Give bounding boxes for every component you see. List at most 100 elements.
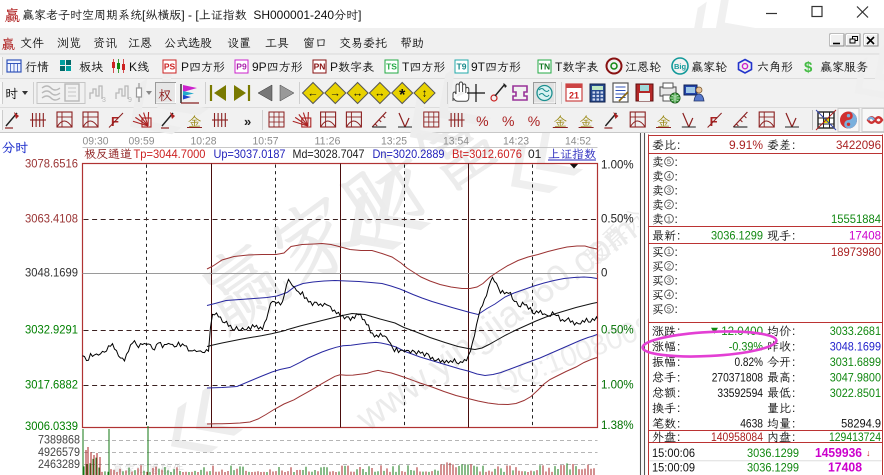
svg-text:2463289: 2463289 — [38, 459, 80, 471]
svg-text:3006.0339: 3006.0339 — [25, 419, 78, 433]
svg-text:10:28: 10:28 — [191, 136, 217, 148]
svg-text:3032.9291: 3032.9291 — [25, 323, 78, 337]
svg-text::: : — [677, 401, 680, 415]
svg-text:3047.9800: 3047.9800 — [830, 370, 882, 384]
svg-text:17408: 17408 — [849, 229, 881, 243]
svg-text:*: * — [399, 87, 406, 104]
svg-text::: : — [675, 274, 678, 288]
svg-text:2: 2 — [667, 261, 671, 270]
svg-text:09:30: 09:30 — [83, 136, 109, 148]
svg-text:P: P — [330, 60, 338, 74]
svg-text::: : — [792, 370, 795, 384]
svg-text:PS: PS — [164, 62, 176, 72]
svg-text::: : — [792, 355, 795, 369]
svg-text::: : — [677, 340, 680, 354]
svg-text:T: T — [402, 60, 410, 74]
svg-text:3036.1299: 3036.1299 — [747, 446, 799, 460]
svg-text:1459936: 1459936 — [815, 446, 862, 460]
svg-text::: : — [792, 229, 795, 243]
svg-text:»: » — [244, 114, 251, 129]
svg-text:3: 3 — [667, 276, 671, 285]
svg-text:9P: 9P — [252, 60, 267, 74]
svg-text:↓: ↓ — [866, 448, 871, 458]
svg-text:09:59: 09:59 — [129, 136, 155, 148]
svg-text::: : — [675, 155, 678, 169]
svg-text:T9: T9 — [457, 62, 467, 72]
svg-text::: : — [677, 229, 680, 243]
svg-text:1.00%: 1.00% — [601, 380, 634, 392]
svg-text:P9: P9 — [236, 62, 247, 72]
svg-text:%: % — [502, 113, 514, 129]
svg-text:15:00:06: 15:00:06 — [652, 446, 695, 460]
svg-text:14:23: 14:23 — [503, 136, 529, 148]
svg-text:SH000001-240: SH000001-240 — [253, 8, 334, 22]
svg-text:5: 5 — [667, 304, 671, 313]
svg-text:$: $ — [804, 59, 813, 76]
svg-text::: : — [792, 386, 795, 400]
svg-text::: : — [675, 245, 678, 259]
svg-text:58294.9: 58294.9 — [841, 417, 881, 431]
svg-text:↕: ↕ — [422, 88, 428, 100]
svg-text:TS: TS — [386, 62, 397, 72]
svg-text::: : — [792, 324, 795, 338]
svg-text:←: ← — [308, 88, 319, 100]
svg-text::: : — [792, 340, 795, 354]
svg-text::: : — [792, 430, 795, 444]
svg-text:1.00%: 1.00% — [601, 160, 634, 172]
svg-text:P: P — [181, 60, 189, 74]
svg-text:14:52: 14:52 — [565, 136, 591, 148]
svg-text:%: % — [528, 113, 540, 129]
svg-text:0.50%: 0.50% — [601, 325, 634, 337]
svg-text:3036.1299: 3036.1299 — [711, 229, 763, 243]
svg-text:17408: 17408 — [828, 460, 862, 474]
svg-text:11:26: 11:26 — [315, 136, 341, 148]
svg-text::: : — [677, 386, 680, 400]
svg-text::: : — [675, 184, 678, 198]
svg-text:1: 1 — [667, 247, 671, 256]
svg-text:3078.6516: 3078.6516 — [25, 157, 78, 171]
svg-text:9: 9 — [128, 97, 132, 104]
svg-text:TN: TN — [539, 62, 550, 72]
svg-text::: : — [677, 370, 680, 384]
svg-text:] - [: ] - [ — [181, 8, 199, 22]
svg-text:7389868: 7389868 — [38, 435, 80, 447]
svg-text::: : — [677, 430, 680, 444]
svg-text:3022.8501: 3022.8501 — [830, 386, 882, 400]
svg-text:21: 21 — [569, 91, 579, 101]
svg-text:Tp=3044.7000: Tp=3044.7000 — [134, 147, 206, 161]
svg-text:0.50%: 0.50% — [601, 214, 634, 226]
svg-text:Bt=3012.6076: Bt=3012.6076 — [452, 147, 522, 161]
svg-text:18973980: 18973980 — [831, 245, 881, 259]
svg-text:→: → — [330, 88, 341, 100]
svg-text:T: T — [555, 60, 563, 74]
svg-text:4638: 4638 — [740, 417, 763, 431]
svg-text:%: % — [476, 113, 488, 129]
svg-text::: : — [675, 212, 678, 226]
svg-text:]: ] — [358, 8, 361, 22]
svg-text:1: 1 — [667, 214, 671, 223]
svg-text:3031.6899: 3031.6899 — [830, 355, 882, 369]
svg-text:140958084: 140958084 — [711, 430, 763, 444]
svg-text::: : — [675, 169, 678, 183]
svg-text:4926579: 4926579 — [38, 447, 80, 459]
svg-text:↔: ↔ — [352, 88, 363, 100]
svg-text::: : — [675, 288, 678, 302]
svg-text::: : — [675, 302, 678, 316]
svg-text:9.91%: 9.91% — [729, 138, 763, 152]
svg-text:0.82%: 0.82% — [735, 355, 764, 369]
svg-text:3422096: 3422096 — [836, 138, 881, 152]
svg-text:13:54: 13:54 — [443, 136, 469, 148]
svg-text:15:00:09: 15:00:09 — [652, 460, 695, 474]
svg-text:3: 3 — [667, 186, 671, 195]
svg-text:270371808: 270371808 — [712, 370, 764, 384]
svg-text:K: K — [129, 60, 137, 74]
svg-text:↔: ↔ — [374, 88, 385, 100]
svg-text:33592594: 33592594 — [717, 386, 763, 400]
svg-text:5: 5 — [667, 157, 671, 166]
svg-text::: : — [675, 259, 678, 273]
svg-text:1.38%: 1.38% — [601, 420, 634, 432]
svg-text:4: 4 — [667, 290, 671, 299]
svg-text:2: 2 — [667, 200, 671, 209]
svg-text::: : — [677, 138, 680, 152]
svg-text:0: 0 — [601, 268, 607, 280]
